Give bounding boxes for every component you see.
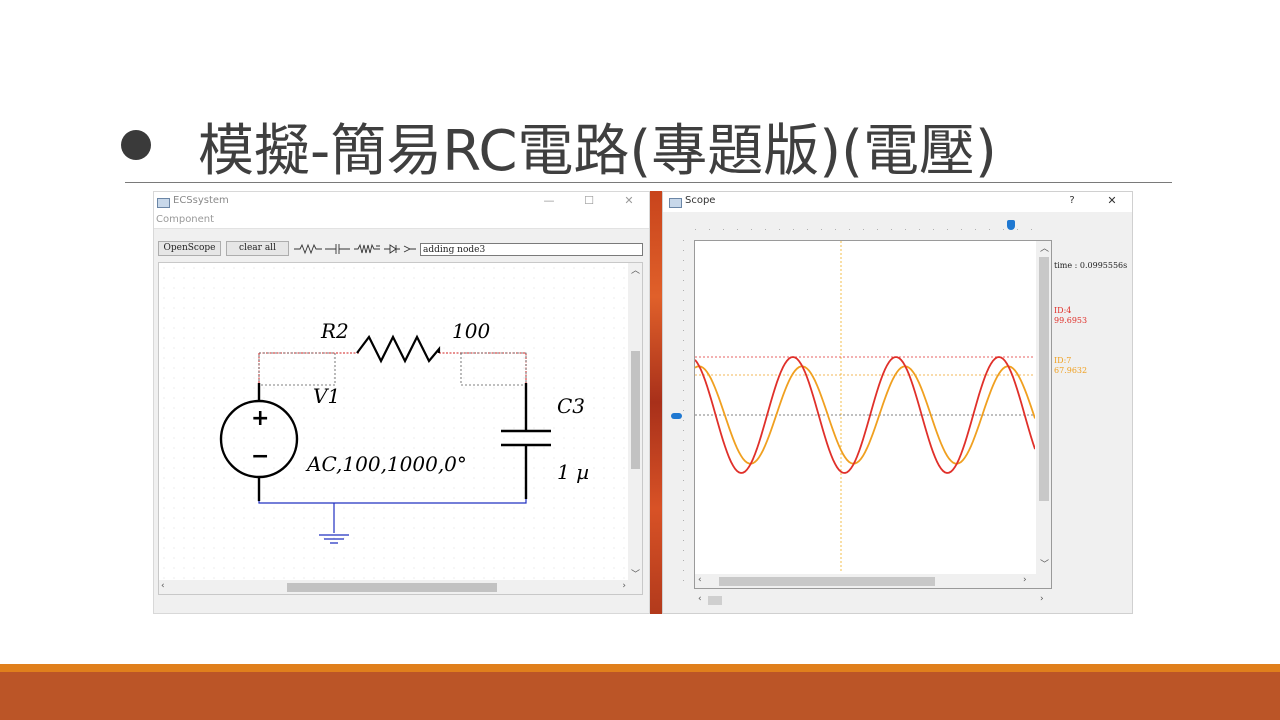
- minimize-icon[interactable]: —: [541, 194, 557, 207]
- maximize-icon[interactable]: ☐: [581, 194, 597, 207]
- footer-band: [0, 672, 1280, 720]
- ecs-titlebar: ECSsystem — ☐ ✕: [154, 192, 649, 212]
- capacitor-c3[interactable]: [501, 383, 551, 499]
- plot-scroll-right-icon[interactable]: ›: [1023, 575, 1027, 585]
- scroll-up-icon[interactable]: ︿: [631, 263, 640, 276]
- voltage-source-v1[interactable]: [219, 383, 299, 501]
- source-params-label: AC,100,1000,0°: [305, 452, 467, 476]
- scope-waveforms: [695, 241, 1035, 573]
- scroll-down-icon[interactable]: ﹀: [631, 567, 640, 580]
- probe7-id: ID:7: [1054, 356, 1072, 365]
- plot-scroll-up-icon[interactable]: ︿: [1040, 241, 1049, 254]
- close-icon[interactable]: ✕: [1104, 194, 1120, 207]
- accent-band: [0, 664, 1280, 672]
- circuit-canvas[interactable]: + − R2 100 V1 AC,100,1000,0° C3 1 µ ︿ ﹀ …: [158, 262, 643, 595]
- help-icon[interactable]: ?: [1064, 195, 1080, 206]
- app-window-icon: [157, 198, 170, 208]
- open-scope-button[interactable]: OpenScope: [158, 241, 221, 256]
- pin-box-right: [460, 352, 527, 386]
- ecs-window-title: ECSsystem: [173, 195, 229, 206]
- scope-window-icon: [669, 198, 682, 208]
- scope-horizontal-scrollbar[interactable]: ‹ ›: [694, 593, 1052, 607]
- scope-window-title: Scope: [685, 195, 716, 206]
- ecs-window: ECSsystem — ☐ ✕ Component OpenScope clea…: [153, 191, 650, 614]
- resistor-icon[interactable]: [294, 243, 322, 255]
- canvas-hscroll-thumb[interactable]: [287, 583, 497, 592]
- background-strip: [650, 191, 662, 614]
- capacitor-name-label: C3: [557, 394, 585, 418]
- time-slider[interactable]: [695, 220, 1035, 232]
- scroll-left-icon[interactable]: ‹: [161, 581, 165, 591]
- menu-component[interactable]: Component: [156, 214, 214, 225]
- time-readout: time : 0.0995556s: [1054, 261, 1128, 270]
- title-divider: [125, 182, 1172, 183]
- plot-hscroll-thumb[interactable]: [719, 577, 935, 586]
- canvas-vertical-scrollbar[interactable]: ︿ ﹀: [628, 263, 642, 594]
- capacitor-value-label: 1 µ: [557, 460, 589, 484]
- capacitor-icon[interactable]: [325, 244, 350, 254]
- probe4-id: ID:4: [1054, 306, 1072, 315]
- voltage-slider-track[interactable]: [683, 240, 684, 586]
- source-name-label: V1: [313, 384, 340, 408]
- resistor-r2[interactable]: [356, 334, 441, 364]
- scope-titlebar: Scope ? ✕: [663, 192, 1132, 212]
- time-slider-ticks: [695, 229, 1035, 230]
- source-minus: −: [251, 444, 269, 469]
- probe4-value: 99.6953: [1054, 316, 1088, 325]
- scope-plot-area[interactable]: ︿ ﹀ ‹ ›: [694, 240, 1052, 589]
- wire-icon[interactable]: [403, 245, 416, 253]
- status-field[interactable]: [420, 243, 643, 256]
- plot-scroll-down-icon[interactable]: ﹀: [1040, 557, 1049, 570]
- diode-icon[interactable]: [384, 244, 400, 254]
- resistor-name-label: R2: [320, 319, 349, 343]
- scope-window: Scope ? ✕ ︿ ﹀ ‹ › ‹ › time: 0.0995556s …: [662, 191, 1133, 614]
- time-slider-knob[interactable]: [1007, 220, 1015, 230]
- source-plus: +: [251, 406, 269, 431]
- scroll-right-icon[interactable]: ›: [622, 581, 626, 591]
- plot-horizontal-scrollbar[interactable]: ‹ ›: [695, 574, 1036, 588]
- slide-title: 模擬-簡易RC電路(專題版)(電壓): [198, 119, 997, 184]
- ground-wire: [258, 499, 527, 544]
- slide-bullet: [121, 130, 151, 160]
- inductor-icon[interactable]: [354, 243, 380, 254]
- canvas-horizontal-scrollbar[interactable]: ‹ ›: [159, 580, 630, 594]
- component-palette: [294, 243, 416, 255]
- voltage-slider-knob[interactable]: [671, 413, 682, 419]
- resistor-value-label: 100: [452, 319, 490, 343]
- scope-scroll-right-icon[interactable]: ›: [1040, 594, 1044, 604]
- top-wire: [258, 352, 527, 383]
- scope-scroll-left-icon[interactable]: ‹: [698, 594, 702, 604]
- plot-scroll-left-icon[interactable]: ‹: [698, 575, 702, 585]
- ecs-menubar: Component: [154, 212, 649, 229]
- plot-vertical-scrollbar[interactable]: ︿ ﹀: [1036, 241, 1051, 588]
- circuit-diagram: + − R2 100 V1 AC,100,1000,0° C3 1 µ: [219, 319, 589, 544]
- clear-all-button[interactable]: clear all: [226, 241, 289, 256]
- scope-hscroll-thumb[interactable]: [708, 596, 722, 605]
- plot-vscroll-thumb[interactable]: [1039, 257, 1049, 501]
- canvas-vscroll-thumb[interactable]: [631, 351, 640, 469]
- pin-box-left: [258, 352, 336, 386]
- probe7-value: 67.9632: [1054, 366, 1088, 375]
- close-icon[interactable]: ✕: [621, 194, 637, 207]
